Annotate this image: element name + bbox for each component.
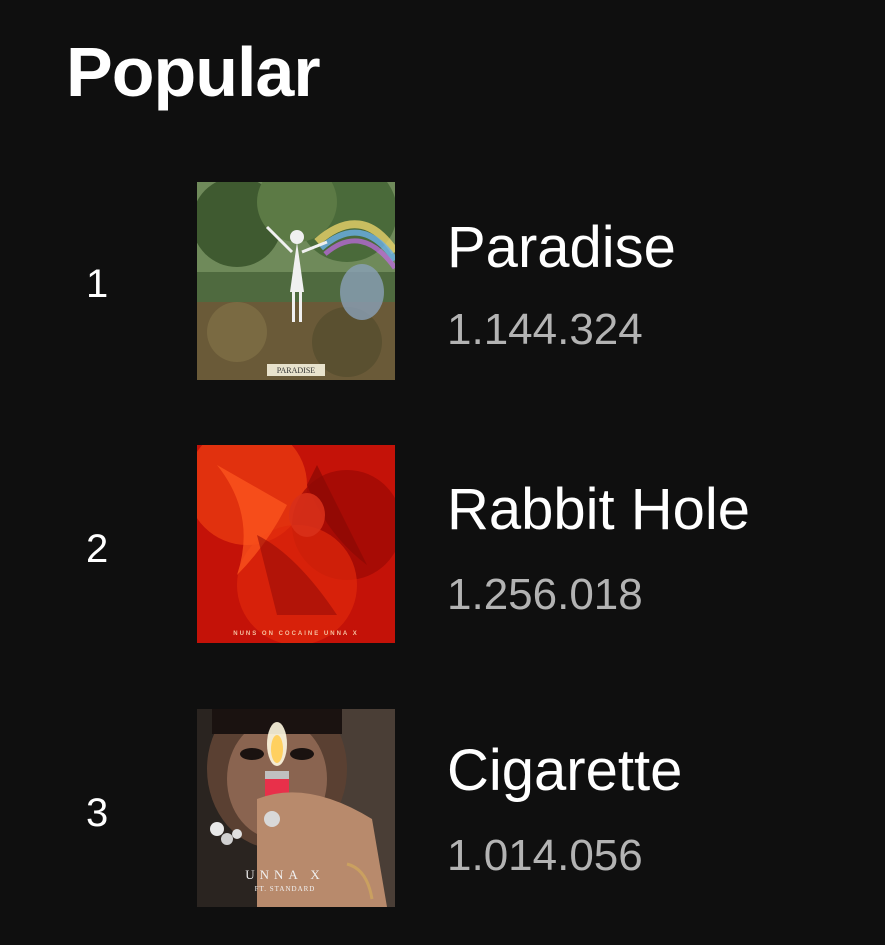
album-cover[interactable]: NUNS ON COCAINE UNNA X [197,445,395,643]
cover-label: NUNS ON COCAINE UNNA X [233,631,358,637]
cover-sublabel: FT. STANDARD [255,885,316,893]
track-title[interactable]: Paradise [447,216,676,280]
album-cover-art: PARADISE [197,182,395,380]
album-cover-art: UNNA X FT. STANDARD [197,709,395,907]
section-title: Popular [66,33,321,111]
track-title[interactable]: Rabbit Hole [447,478,750,542]
cover-label: UNNA X [245,867,324,882]
play-count: 1.144.324 [447,305,643,354]
album-cover[interactable]: UNNA X FT. STANDARD [197,709,395,907]
play-count: 1.014.056 [447,831,643,880]
track-index: 2 [86,527,109,571]
album-cover[interactable]: PARADISE [197,182,395,380]
play-count: 1.256.018 [447,570,643,619]
track-row[interactable]: 1 PARADISE Paradise 1.144.324 [0,180,885,380]
album-cover-art: NUNS ON COCAINE UNNA X [197,445,395,643]
track-index: 1 [86,262,109,306]
track-row[interactable]: 3 UNNA X FT. STANDARD Cigarette 1.014.05… [0,709,885,909]
track-row[interactable]: 2 NUNS ON COCAINE UNNA X Rabbit Hole 1.2… [0,445,885,645]
cover-label: PARADISE [277,366,315,375]
track-index: 3 [86,791,109,835]
track-title[interactable]: Cigarette [447,739,682,803]
